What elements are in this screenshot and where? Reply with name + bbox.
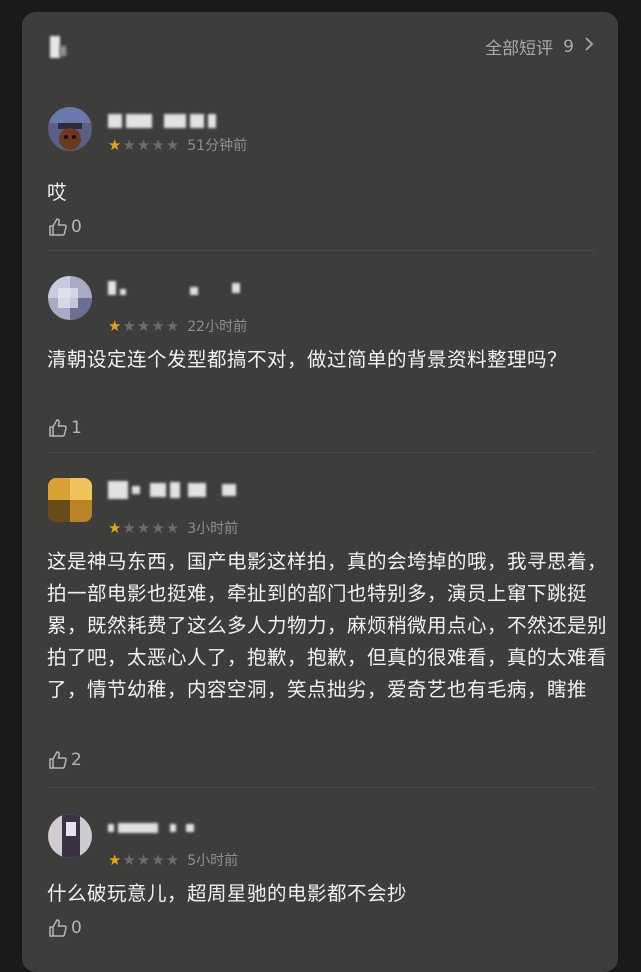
review-meta: ★ ★ ★ ★ ★ 3小时前 xyxy=(108,518,238,538)
star-icon: ★ xyxy=(122,316,136,335)
star-icon: ★ xyxy=(108,135,122,154)
star-icon: ★ xyxy=(108,518,122,537)
like-count: 0 xyxy=(71,217,82,237)
review-time: 5小时前 xyxy=(187,853,239,869)
star-icon: ★ xyxy=(108,850,122,869)
star-icon: ★ xyxy=(151,850,165,869)
rating-stars: ★ ★ ★ ★ ★ xyxy=(108,518,180,537)
review-time: 51分钟前 xyxy=(187,138,248,154)
review-text: 哎 xyxy=(47,181,68,204)
panel-header: 全部短评 9 xyxy=(22,12,618,82)
blurred-username[interactable] xyxy=(108,278,240,298)
review-meta: ★ ★ ★ ★ ★ 22小时前 xyxy=(108,316,247,336)
like-button[interactable]: 0 xyxy=(48,918,82,938)
blurred-section-title-tail xyxy=(60,46,66,56)
thumbs-up-icon xyxy=(49,419,67,437)
star-icon: ★ xyxy=(151,518,165,537)
like-count: 1 xyxy=(71,418,82,438)
blurred-username[interactable] xyxy=(108,818,194,838)
rating-stars: ★ ★ ★ ★ ★ xyxy=(108,316,180,335)
star-icon: ★ xyxy=(165,850,180,869)
star-icon: ★ xyxy=(165,316,180,335)
star-icon: ★ xyxy=(136,850,151,869)
star-icon: ★ xyxy=(165,135,180,154)
review-meta: ★ ★ ★ ★ ★ 51分钟前 xyxy=(108,135,247,155)
star-icon: ★ xyxy=(136,518,151,537)
like-button[interactable]: 1 xyxy=(48,418,82,438)
review-text: 这是神马东西，国产电影这样拍，真的会垮掉的哦，我寻思着，拍一部电影也挺难，牵扯到… xyxy=(47,550,608,701)
star-icon: ★ xyxy=(151,316,165,335)
like-count: 2 xyxy=(71,750,82,770)
star-icon: ★ xyxy=(108,316,122,335)
blurred-section-title xyxy=(50,36,60,58)
blurred-username[interactable] xyxy=(108,111,216,131)
thumbs-up-icon xyxy=(49,919,67,937)
blurred-username[interactable] xyxy=(108,480,236,500)
like-count: 0 xyxy=(71,918,82,938)
star-icon: ★ xyxy=(151,135,165,154)
review-time: 3小时前 xyxy=(187,521,239,537)
star-icon: ★ xyxy=(122,135,136,154)
rating-stars: ★ ★ ★ ★ ★ xyxy=(108,850,180,869)
divider xyxy=(48,787,594,788)
star-icon: ★ xyxy=(136,135,151,154)
thumbs-up-icon xyxy=(49,218,67,236)
star-icon: ★ xyxy=(122,850,136,869)
review-text: 清朝设定连个发型都搞不对，做过简单的背景资料整理吗？ xyxy=(47,348,568,371)
star-icon: ★ xyxy=(122,518,136,537)
avatar[interactable] xyxy=(48,276,92,320)
avatar[interactable] xyxy=(48,107,92,151)
all-reviews-link[interactable]: 全部短评 9 xyxy=(485,34,594,59)
avatar[interactable] xyxy=(48,478,92,522)
divider xyxy=(48,250,594,251)
all-reviews-label: 全部短评 xyxy=(485,39,554,59)
review-meta: ★ ★ ★ ★ ★ 5小时前 xyxy=(108,850,238,870)
avatar[interactable] xyxy=(48,814,92,858)
divider xyxy=(48,452,594,453)
star-icon: ★ xyxy=(136,316,151,335)
thumbs-up-icon xyxy=(49,751,67,769)
rating-stars: ★ ★ ★ ★ ★ xyxy=(108,135,180,154)
chevron-right-icon xyxy=(584,36,594,57)
short-reviews-panel: 全部短评 9 ★ ★ ★ ★ ★ 51分钟前 哎 0 ★ ★ ★ ★ ★ 22小… xyxy=(22,12,618,972)
all-reviews-count: 9 xyxy=(563,36,574,57)
like-button[interactable]: 0 xyxy=(48,217,82,237)
review-time: 22小时前 xyxy=(187,319,248,335)
review-text: 什么破玩意儿，超周星驰的电影都不会抄 xyxy=(47,882,408,905)
like-button[interactable]: 2 xyxy=(48,750,82,770)
star-icon: ★ xyxy=(165,518,180,537)
